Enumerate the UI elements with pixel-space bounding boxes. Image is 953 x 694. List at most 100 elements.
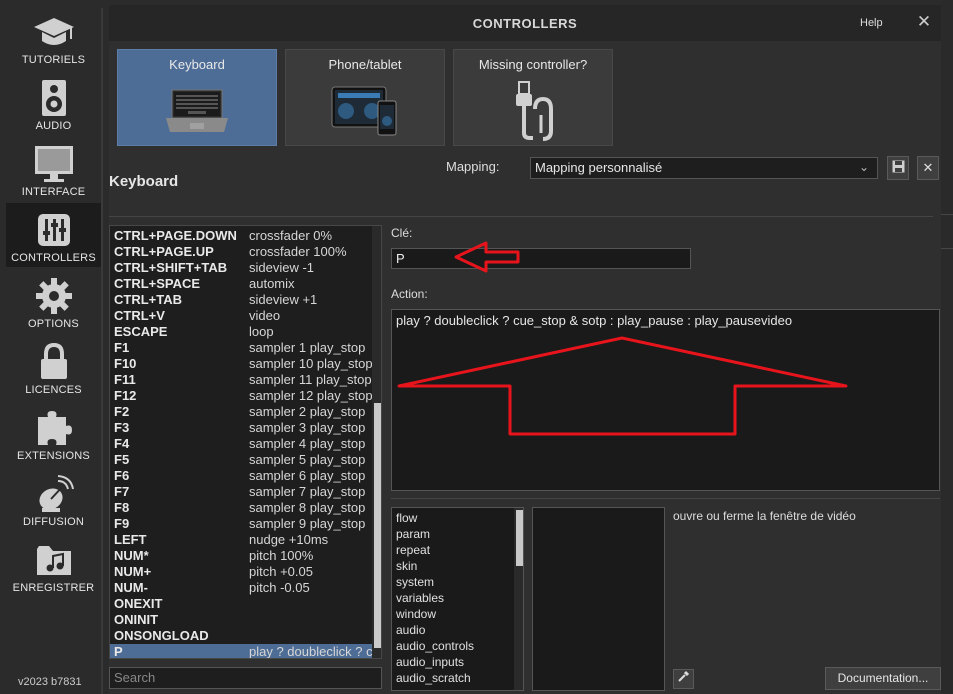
save-mapping-button[interactable] bbox=[887, 156, 909, 180]
sidebar-item-label: EXTENSIONS bbox=[17, 450, 90, 462]
key-row[interactable]: NUM+ pitch +0.05 bbox=[110, 564, 372, 580]
search-input[interactable]: Search bbox=[109, 667, 382, 689]
graduation-cap-icon bbox=[6, 13, 101, 51]
sidebar-item-options[interactable]: OPTIONS bbox=[6, 269, 101, 333]
tile-phone-tablet[interactable]: Phone/tablet bbox=[285, 49, 445, 146]
key-list-scrollbar[interactable] bbox=[372, 226, 381, 658]
verb-item[interactable]: audio_scratch bbox=[396, 670, 471, 686]
key-name: F12 bbox=[114, 388, 137, 403]
key-row[interactable]: CTRL+SHIFT+TAB sideview -1 bbox=[110, 260, 372, 276]
controllers-window: CONTROLLERS Help ✕ Keyboard Phone/tablet… bbox=[109, 5, 941, 694]
key-row[interactable]: F12 sampler 12 play_stop bbox=[110, 388, 372, 404]
key-row[interactable]: F8 sampler 8 play_stop bbox=[110, 500, 372, 516]
verb-item[interactable]: window bbox=[396, 606, 436, 622]
sidebar-item-interface[interactable]: INTERFACE bbox=[6, 137, 101, 201]
sidebar-item-controllers[interactable]: CONTROLLERS bbox=[6, 203, 101, 267]
documentation-button[interactable]: Documentation... bbox=[825, 667, 941, 690]
key-action: sampler 6 play_stop bbox=[249, 468, 366, 483]
verb-item[interactable]: skin bbox=[396, 558, 417, 574]
key-action: pitch +0.05 bbox=[249, 564, 313, 579]
key-name: CTRL+TAB bbox=[114, 292, 183, 307]
key-row[interactable]: NUM-pitch -0.05 bbox=[110, 580, 372, 596]
key-row[interactable]: CTRL+PAGE.DOWN crossfader 0% bbox=[110, 228, 372, 244]
key-row[interactable]: F1 sampler 1 play_stop bbox=[110, 340, 372, 356]
floppy-icon bbox=[892, 160, 905, 176]
sidebar-item-enregistrer[interactable]: ENREGISTRER bbox=[6, 533, 101, 597]
mapping-value: Mapping personnalisé bbox=[535, 160, 663, 175]
sidebar-item-tutoriels[interactable]: TUTORIELS bbox=[6, 5, 101, 69]
verb-item[interactable]: audio_inputs bbox=[396, 654, 464, 670]
key-row[interactable]: F3 sampler 3 play_stop bbox=[110, 420, 372, 436]
tile-missing-controller[interactable]: Missing controller? bbox=[453, 49, 613, 146]
verb-item[interactable]: audio bbox=[396, 622, 425, 638]
key-row[interactable]: CTRL+V video bbox=[110, 308, 372, 324]
sidebar-item-audio[interactable]: AUDIO bbox=[6, 71, 101, 135]
key-row[interactable]: CTRL+TAB sideview +1 bbox=[110, 292, 372, 308]
key-action: sampler 7 play_stop bbox=[249, 484, 366, 499]
verb-item[interactable]: param bbox=[396, 526, 430, 542]
sidebar-item-extensions[interactable]: EXTENSIONS bbox=[6, 401, 101, 465]
sidebar-item-label: LICENCES bbox=[25, 384, 82, 396]
key-action: sampler 5 play_stop bbox=[249, 452, 366, 467]
divider bbox=[101, 8, 103, 694]
help-button[interactable]: Help bbox=[860, 17, 883, 29]
close-icon[interactable]: ✕ bbox=[916, 12, 932, 32]
sidebar-item-label: CONTROLLERS bbox=[11, 252, 96, 264]
key-action: video bbox=[249, 308, 281, 323]
key-row[interactable]: CTRL+SPACE automix bbox=[110, 276, 372, 292]
key-row[interactable]: NUM* pitch 100% bbox=[110, 548, 372, 564]
key-name: NUM+ bbox=[114, 564, 152, 579]
key-name: F10 bbox=[114, 356, 137, 371]
verb-item[interactable]: variables bbox=[396, 590, 444, 606]
key-row[interactable]: ONINIT bbox=[110, 612, 372, 628]
action-textarea[interactable]: play ? doubleclick ? cue_stop & sotp : p… bbox=[391, 309, 940, 491]
verb-item[interactable]: system bbox=[396, 574, 434, 590]
key-row[interactable]: F10 sampler 10 play_stop bbox=[110, 356, 372, 372]
sidebar-item-licences[interactable]: LICENCES bbox=[6, 335, 101, 399]
lock-icon bbox=[6, 343, 101, 381]
key-row[interactable]: LEFT nudge +10ms bbox=[110, 532, 372, 548]
gear-icon bbox=[6, 277, 101, 315]
sidebar-item-diffusion[interactable]: DIFFUSION bbox=[6, 467, 101, 531]
sidebar-item-label: AUDIO bbox=[35, 120, 72, 132]
key-action: sampler 1 play_stop bbox=[249, 340, 366, 355]
window-title: CONTROLLERS bbox=[472, 16, 578, 31]
key-row[interactable]: ESCAPE loop bbox=[110, 324, 372, 340]
key-name: F2 bbox=[114, 404, 130, 419]
key-row[interactable]: Pplay ? doubleclick ? cue_stop & sotp : … bbox=[110, 644, 372, 659]
key-name: CTRL+V bbox=[114, 308, 165, 323]
cle-input[interactable]: P bbox=[391, 248, 691, 269]
key-action: play ? doubleclick ? cue_stop & sotp : p… bbox=[249, 644, 372, 659]
delete-mapping-button[interactable]: ✕ bbox=[917, 156, 939, 180]
eyedropper-icon bbox=[677, 670, 690, 688]
key-name: ONEXIT bbox=[114, 596, 163, 611]
sidebar-item-label: TUTORIELS bbox=[21, 54, 86, 66]
key-row[interactable]: F7 sampler 7 play_stop bbox=[110, 484, 372, 500]
key-row[interactable]: ONSONGLOAD bbox=[110, 628, 372, 644]
subverbs-list[interactable] bbox=[532, 507, 665, 691]
key-action: nudge +10ms bbox=[249, 532, 329, 547]
key-list[interactable]: CTRL+PAGE.DOWN crossfader 0% CTRL+PAGE.UP c… bbox=[109, 225, 382, 659]
key-row[interactable]: F6 sampler 6 play_stop bbox=[110, 468, 372, 484]
key-row[interactable]: F11 sampler 11 play_stop bbox=[110, 372, 372, 388]
cle-label: Clé: bbox=[391, 226, 413, 240]
key-action: sideview -1 bbox=[249, 260, 315, 275]
key-row[interactable]: F2 sampler 2 play_stop bbox=[110, 404, 372, 420]
key-row[interactable]: F5 sampler 5 play_stop bbox=[110, 452, 372, 468]
verbs-scrollbar[interactable] bbox=[514, 508, 523, 690]
tile-keyboard[interactable]: Keyboard bbox=[117, 49, 277, 146]
mapping-select[interactable]: Mapping personnalisé ⌄ bbox=[530, 157, 878, 179]
key-row[interactable]: CTRL+PAGE.UP crossfader 100% bbox=[110, 244, 372, 260]
key-row[interactable]: F4 sampler 4 play_stop bbox=[110, 436, 372, 452]
scrollbar-thumb[interactable] bbox=[374, 403, 381, 648]
key-action: sampler 2 play_stop bbox=[249, 404, 366, 419]
key-name: ESCAPE bbox=[114, 324, 168, 339]
verb-item[interactable]: repeat bbox=[396, 542, 430, 558]
scrollbar-thumb[interactable] bbox=[516, 510, 523, 566]
verbs-list[interactable]: flow param repeat skin system variables window… bbox=[391, 507, 524, 691]
eyedropper-button[interactable] bbox=[673, 669, 694, 689]
key-row[interactable]: ONEXIT bbox=[110, 596, 372, 612]
verb-item[interactable]: flow bbox=[396, 510, 417, 526]
verb-item[interactable]: audio_controls bbox=[396, 638, 474, 654]
key-row[interactable]: F9 sampler 9 play_stop bbox=[110, 516, 372, 532]
